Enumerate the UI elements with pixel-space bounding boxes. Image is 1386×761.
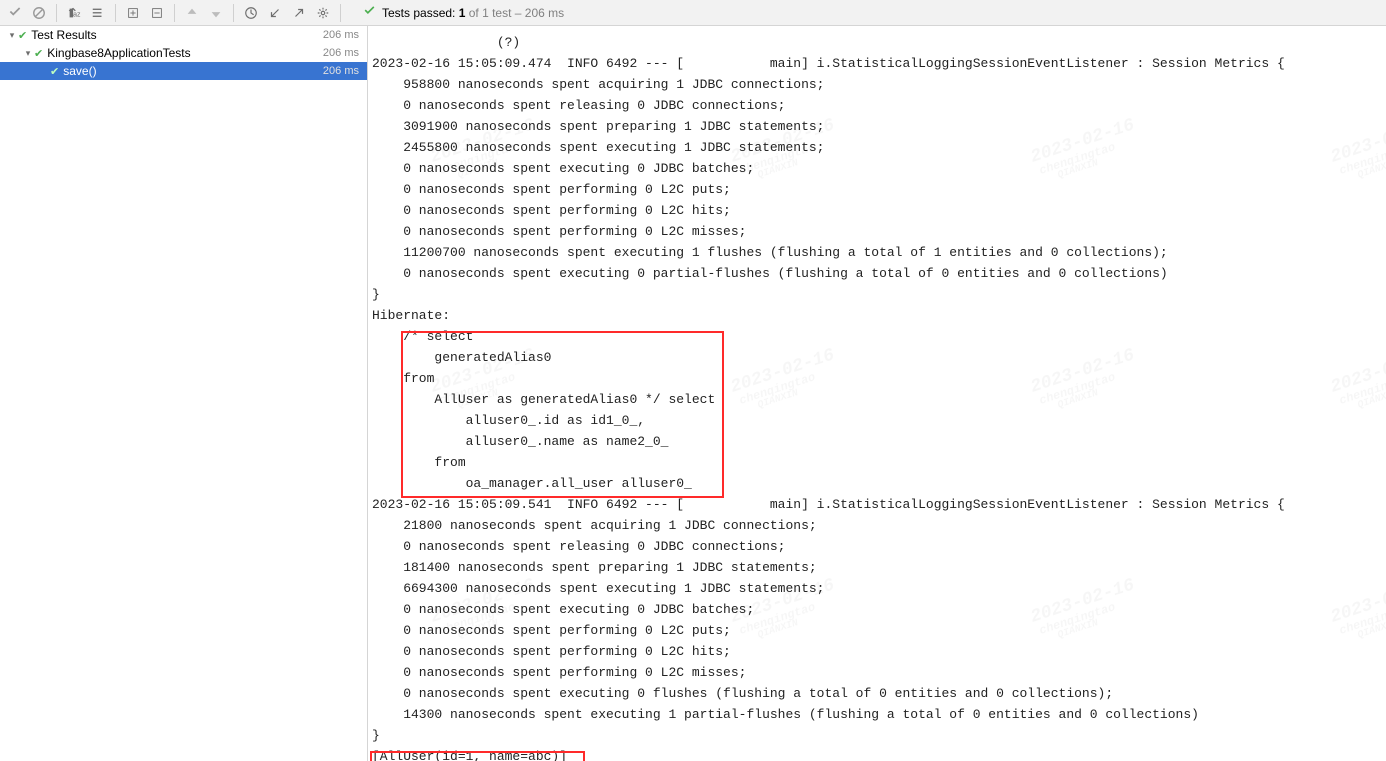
collapse-all-button[interactable]	[146, 2, 168, 24]
tree-time: 206 ms	[323, 65, 359, 77]
history-button[interactable]	[240, 2, 262, 24]
tree-time: 206 ms	[323, 29, 359, 41]
prev-button[interactable]	[181, 2, 203, 24]
tree-label: Kingbase8ApplicationTests	[47, 46, 323, 60]
import-button[interactable]	[264, 2, 286, 24]
forbid-icon	[32, 6, 46, 20]
arrow-down-icon	[209, 6, 223, 20]
filter-button[interactable]	[87, 2, 109, 24]
expand-all-button[interactable]	[122, 2, 144, 24]
sort-icon: az	[67, 6, 81, 20]
settings-button[interactable]	[312, 2, 334, 24]
tree-class[interactable]: ▾ ✔ Kingbase8ApplicationTests 206 ms	[0, 44, 367, 62]
tree-label: Test Results	[31, 28, 323, 42]
check-icon	[363, 5, 376, 21]
chevron-down-icon[interactable]: ▾	[22, 48, 34, 59]
test-tree[interactable]: ▾ ✔ Test Results 206 ms ▾ ✔ Kingbase8App…	[0, 26, 368, 761]
gear-icon	[316, 6, 330, 20]
tree-time: 206 ms	[323, 47, 359, 59]
export-icon	[292, 6, 306, 20]
console-output[interactable]: 2023-02-16chenqingtaoQIANXIN 2023-02-16c…	[368, 26, 1386, 761]
separator	[340, 4, 341, 22]
status-label: Tests passed: 1 of 1 test – 206 ms	[382, 6, 564, 20]
expand-icon	[126, 6, 140, 20]
svg-text:az: az	[73, 11, 81, 18]
test-status: Tests passed: 1 of 1 test – 206 ms	[363, 5, 564, 21]
check-icon	[8, 6, 22, 20]
separator	[233, 4, 234, 22]
sort-button[interactable]: az	[63, 2, 85, 24]
separator	[174, 4, 175, 22]
chevron-down-icon[interactable]: ▾	[6, 30, 18, 41]
list-icon	[91, 6, 105, 20]
stop-button[interactable]	[28, 2, 50, 24]
check-icon: ✔	[34, 47, 43, 60]
rerun-button[interactable]	[4, 2, 26, 24]
collapse-icon	[150, 6, 164, 20]
check-icon: ✔	[50, 65, 59, 78]
tree-method[interactable]: ✔ save() 206 ms	[0, 62, 367, 80]
next-button[interactable]	[205, 2, 227, 24]
main-panel: ▾ ✔ Test Results 206 ms ▾ ✔ Kingbase8App…	[0, 26, 1386, 761]
separator	[56, 4, 57, 22]
clock-icon	[244, 6, 258, 20]
separator	[115, 4, 116, 22]
import-icon	[268, 6, 282, 20]
tree-label: save()	[63, 64, 323, 78]
tree-root[interactable]: ▾ ✔ Test Results 206 ms	[0, 26, 367, 44]
test-toolbar: az Tests passed: 1 of 1 test – 206 m	[0, 0, 1386, 26]
check-icon: ✔	[18, 29, 27, 42]
console-text: (?) 2023-02-16 15:05:09.474 INFO 6492 --…	[372, 32, 1386, 761]
export-button[interactable]	[288, 2, 310, 24]
arrow-up-icon	[185, 6, 199, 20]
